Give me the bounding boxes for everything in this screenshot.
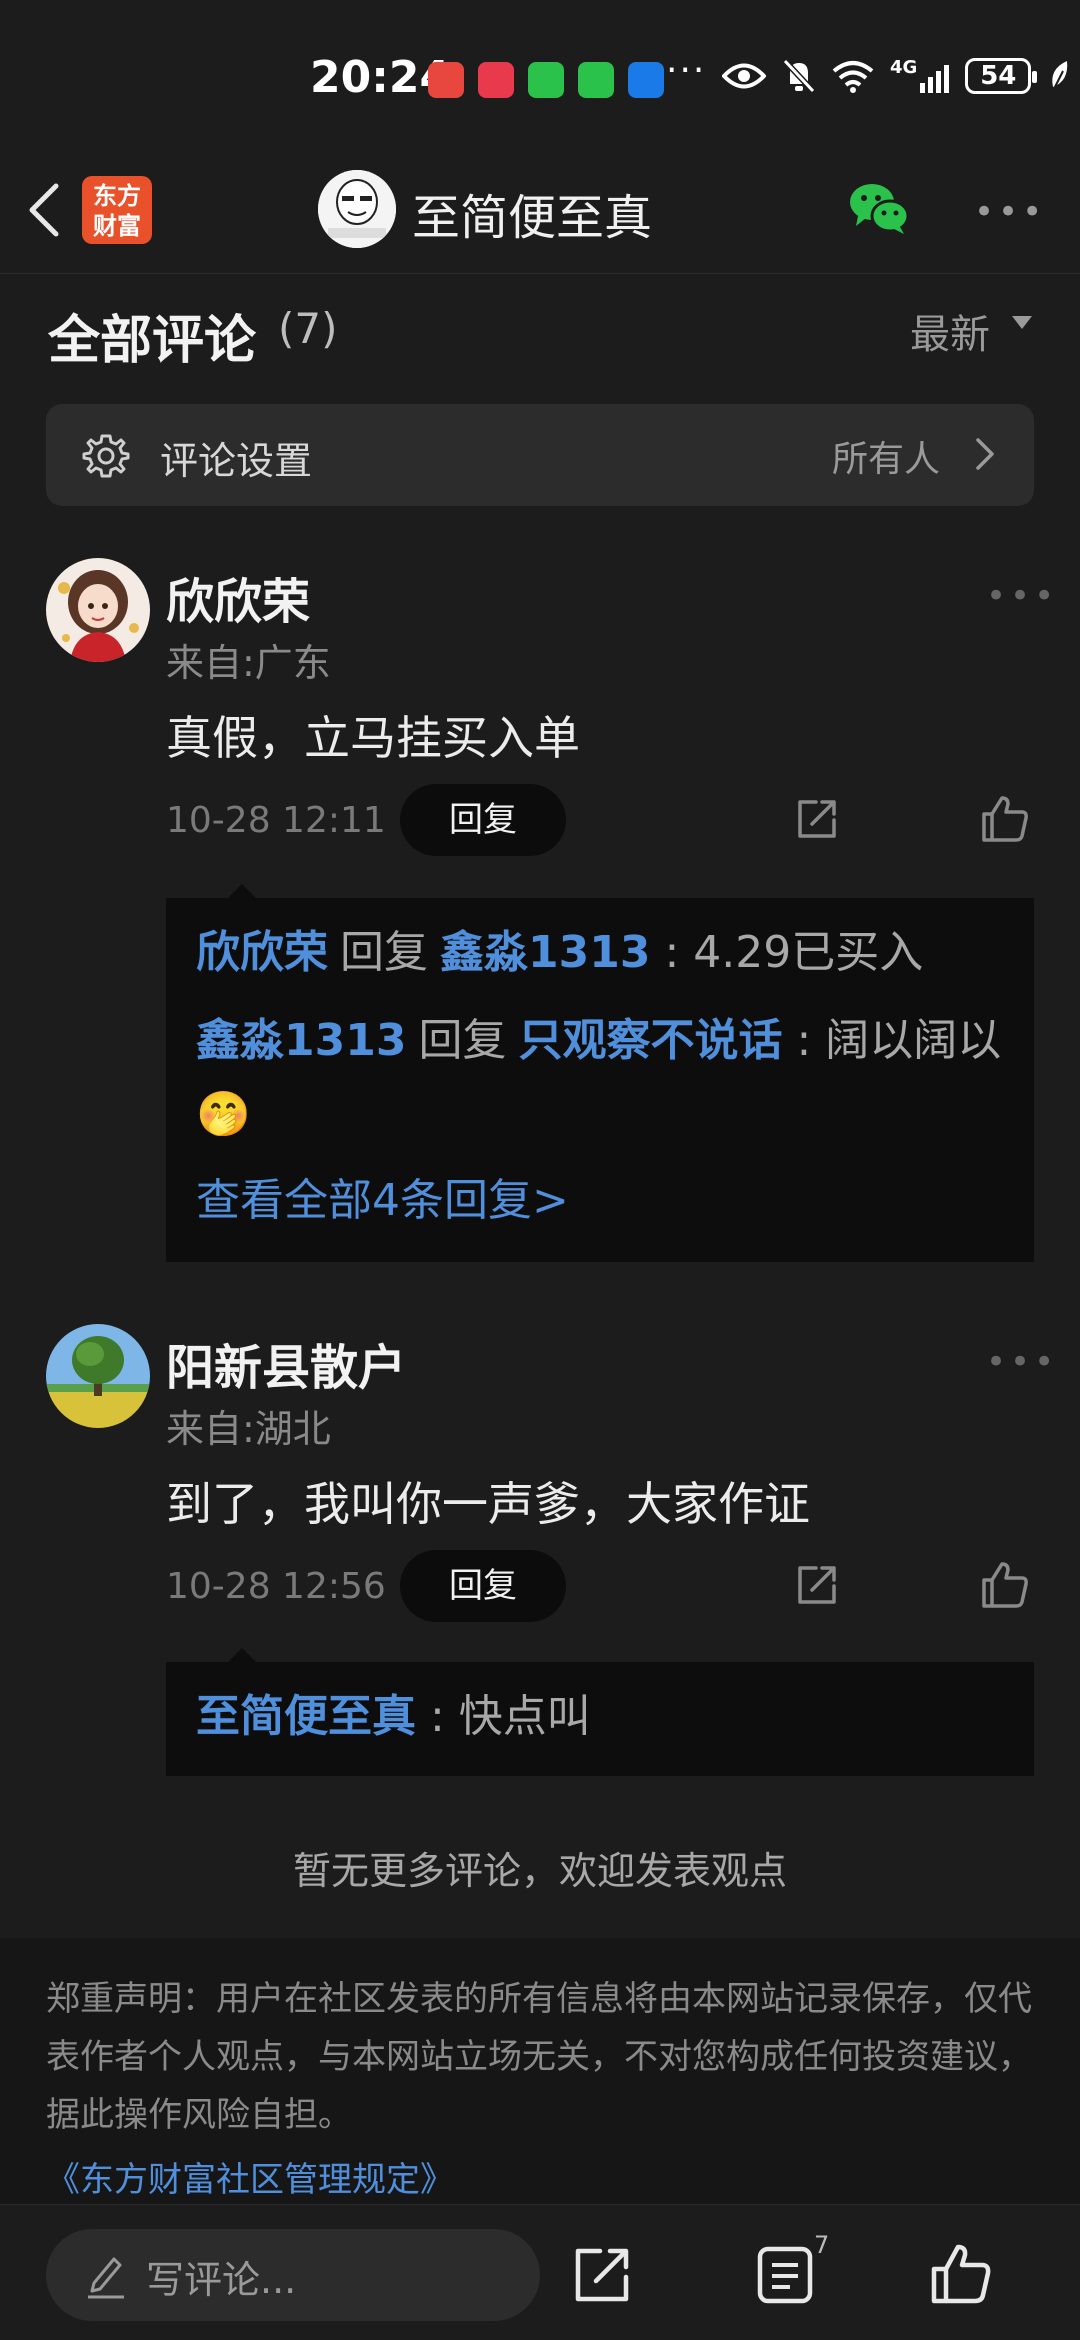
back-icon[interactable]	[22, 180, 68, 240]
like-icon[interactable]	[980, 794, 1030, 844]
view-all-replies-link[interactable]: 查看全部4条回复>	[166, 1164, 1034, 1238]
reply-item[interactable]: 欣欣荣 回复 鑫淼1313 : 4.29已买入	[166, 916, 1034, 990]
brand-logo[interactable]: 东方 财富	[82, 176, 152, 244]
missed-call-icon	[428, 62, 464, 98]
comment-settings-value: 所有人	[832, 439, 941, 480]
more-notifications-icon: ···	[666, 50, 707, 91]
share-icon[interactable]	[572, 2245, 632, 2305]
no-more-comments-text: 暂无更多评论，欢迎发表观点	[292, 1849, 787, 1893]
comment-settings-row[interactable]: 评论设置 所有人	[46, 404, 1034, 506]
comment-time: 10-28 12:11	[166, 800, 386, 841]
reply-item[interactable]: 至简便至真 : 快点叫	[166, 1680, 1034, 1754]
comment-count-badge: 7	[814, 2231, 830, 2259]
reply-thread: 欣欣荣 回复 鑫淼1313 : 4.29已买入 鑫淼1313 回复 只观察不说话 : 阔…	[166, 898, 1034, 1262]
page-title: 至简便至真	[412, 190, 653, 246]
wifi-icon	[832, 61, 874, 93]
status-bar: 20:24 ··· 4G 54	[0, 0, 1080, 150]
girl-avatar-icon	[46, 558, 150, 662]
disclaimer-text: 郑重声明：用户在社区发表的所有信息将由本网站记录保存，仅代表作者个人观点，与本网…	[46, 1979, 1032, 2135]
meme-face-icon	[318, 170, 396, 248]
tree-landscape-icon	[46, 1324, 150, 1428]
commenter-location: 来自:湖北	[166, 1407, 331, 1451]
app-icon	[628, 62, 664, 98]
reply-author[interactable]: 至简便至真	[196, 1691, 416, 1742]
gear-icon	[82, 434, 130, 478]
leaf-icon	[1052, 61, 1068, 92]
commenter-avatar[interactable]	[46, 558, 150, 662]
like-icon[interactable]	[930, 2243, 992, 2305]
reply-button[interactable]: 回复	[400, 1550, 566, 1622]
chevron-right-icon	[976, 438, 994, 470]
comments-count: (7)	[278, 304, 338, 353]
wechat-icon	[528, 62, 564, 98]
commenter-name[interactable]: 欣欣荣	[166, 562, 310, 632]
reply-author[interactable]: 鑫淼1313	[196, 1015, 406, 1066]
status-indicators: 4G 54	[722, 58, 1071, 94]
reply-target[interactable]: 只观察不说话	[518, 1015, 782, 1066]
comment-text: 到了，我叫你一声爹，大家作证	[166, 1477, 810, 1531]
wechat-icon	[578, 62, 614, 98]
comment-text: 真假，立马挂买入单	[166, 711, 580, 765]
commenter-avatar[interactable]	[46, 1324, 150, 1428]
wechat-share-icon[interactable]	[848, 182, 910, 236]
share-icon[interactable]	[794, 796, 840, 842]
reply-text: : 4.29已买入	[664, 927, 924, 978]
write-comment-placeholder: 写评论...	[146, 2258, 297, 2302]
more-options-icon[interactable]: •••	[974, 195, 1046, 229]
mute-bell-icon	[782, 58, 816, 94]
signal-icon: 4G	[890, 59, 950, 93]
comment-more-icon[interactable]: •••	[986, 576, 1058, 616]
comments-list-icon[interactable]	[756, 2245, 814, 2305]
comments-heading: 全部评论	[48, 311, 257, 371]
share-icon[interactable]	[794, 1562, 840, 1608]
reply-thread: 至简便至真 : 快点叫	[166, 1662, 1034, 1776]
community-rules-link[interactable]: 《东方财富社区管理规定》	[46, 2152, 454, 2201]
bottom-action-bar: 写评论... 7	[0, 2204, 1080, 2340]
sort-caret-icon[interactable]	[1012, 316, 1032, 329]
commenter-location: 来自:广东	[166, 641, 331, 685]
xiaohongshu-icon	[478, 62, 514, 98]
author-avatar[interactable]	[318, 170, 396, 248]
reply-target[interactable]: 鑫淼1313	[440, 927, 650, 978]
write-comment-input[interactable]: 写评论...	[46, 2229, 540, 2321]
eye-icon	[722, 63, 766, 89]
top-nav-bar: 东方 财富 至简便至真 •••	[0, 150, 1080, 274]
pen-icon	[88, 2257, 124, 2299]
reply-button[interactable]: 回复	[400, 784, 566, 856]
status-app-icons	[428, 62, 664, 98]
reply-text: : 快点叫	[430, 1691, 591, 1742]
sort-dropdown[interactable]: 最新	[910, 302, 990, 360]
comment-more-icon[interactable]: •••	[986, 1342, 1058, 1382]
battery-icon: 54	[965, 58, 1038, 94]
comment-settings-label: 评论设置	[160, 439, 313, 483]
disclaimer-section: 郑重声明：用户在社区发表的所有信息将由本网站记录保存，仅代表作者个人观点，与本网…	[0, 1938, 1080, 2204]
reply-item[interactable]: 鑫淼1313 回复 只观察不说话 : 阔以阔以🤭	[166, 1004, 1034, 1152]
comment-time: 10-28 12:56	[166, 1566, 386, 1607]
like-icon[interactable]	[980, 1560, 1030, 1610]
reply-author[interactable]: 欣欣荣	[196, 927, 328, 978]
commenter-name[interactable]: 阳新县散户	[166, 1328, 406, 1398]
